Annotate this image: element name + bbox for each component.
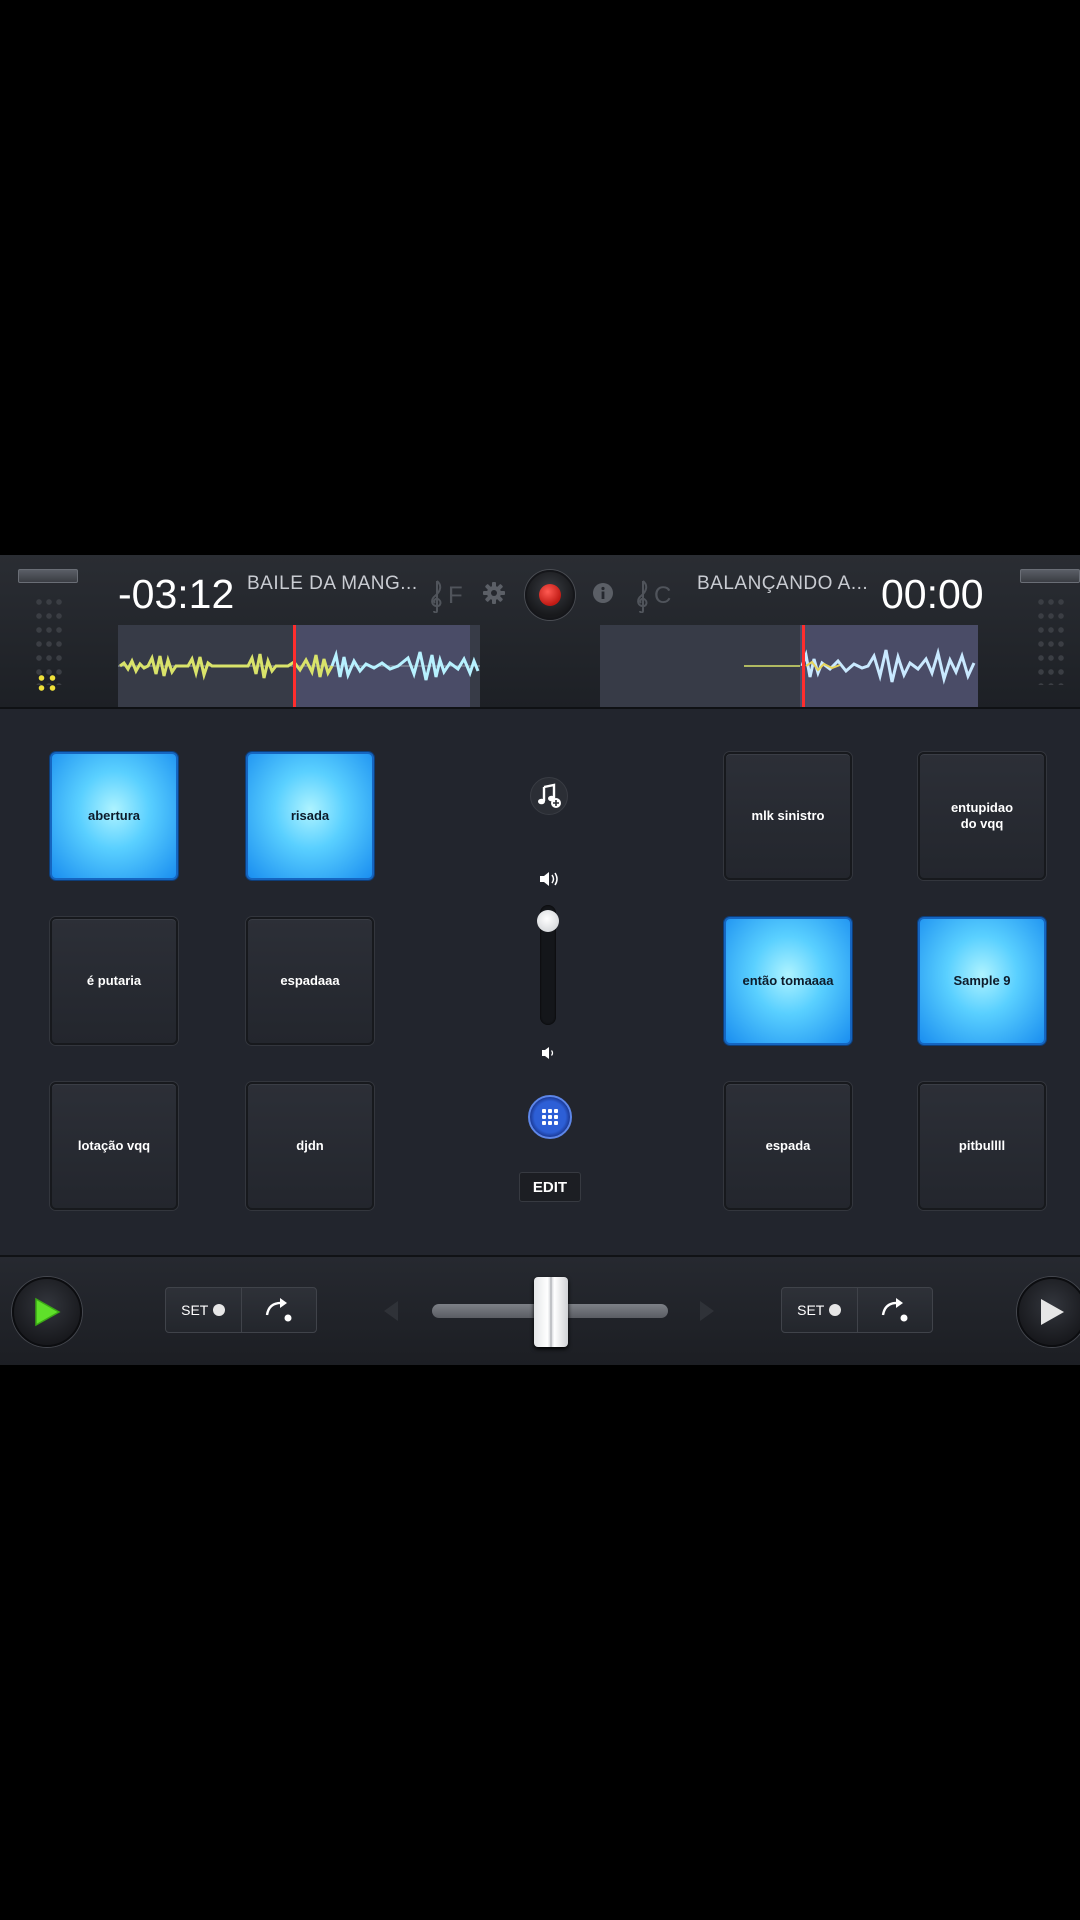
right-deck-tab[interactable] xyxy=(1020,569,1080,583)
grid-icon xyxy=(542,1109,558,1125)
crossfader-knob[interactable] xyxy=(534,1277,568,1347)
info-button[interactable] xyxy=(592,582,614,604)
edit-button[interactable]: EDIT xyxy=(519,1172,581,1202)
record-button[interactable] xyxy=(525,570,575,620)
left-waveform[interactable] xyxy=(118,625,480,707)
right-pad-1[interactable]: mlk sinistro xyxy=(724,752,852,880)
sampler-volume-knob[interactable] xyxy=(537,910,559,932)
right-key-button[interactable]: C xyxy=(634,579,671,613)
right-waveform-graphic xyxy=(744,647,976,685)
left-deck-tab[interactable] xyxy=(18,569,78,583)
record-icon xyxy=(539,584,561,606)
pad-grid-button[interactable] xyxy=(528,1095,572,1139)
set-label: SET xyxy=(181,1302,209,1318)
right-cue-controls: SET xyxy=(781,1287,933,1333)
left-jump-cue-button[interactable] xyxy=(240,1288,317,1332)
volume-down-icon xyxy=(542,1047,554,1059)
pad-label: entupidao do vqq xyxy=(950,800,1014,831)
left-deck-title[interactable]: BAILE DA MANG... xyxy=(247,573,418,595)
left-deck-time: -03:12 xyxy=(118,571,235,617)
left-pad-5[interactable]: lotação vqq xyxy=(50,1082,178,1210)
play-icon xyxy=(1041,1299,1064,1325)
cue-indicator-dots xyxy=(36,673,58,691)
left-set-cue-button[interactable]: SET xyxy=(166,1288,241,1332)
left-play-button[interactable] xyxy=(12,1277,82,1347)
deck-header: -03:12 BAILE DA MANG... F C BALANÇANDO A… xyxy=(0,555,1080,709)
right-deck-title[interactable]: BALANÇANDO A... xyxy=(697,573,868,595)
crossfader-left-arrow-icon[interactable] xyxy=(384,1301,398,1321)
crossfader-right-arrow-icon[interactable] xyxy=(700,1301,714,1321)
left-pad-1[interactable]: abertura xyxy=(50,752,178,880)
pad-label: espada xyxy=(765,1138,811,1153)
left-pad-3[interactable]: é putaria xyxy=(50,917,178,1045)
left-playhead[interactable] xyxy=(293,625,296,707)
pad-label: abertura xyxy=(87,808,141,823)
transport-bar: SET SET xyxy=(0,1255,1080,1365)
right-key-label: C xyxy=(654,582,672,609)
left-key-button[interactable]: F xyxy=(428,579,463,613)
redo-arrow-icon xyxy=(881,1298,908,1322)
right-waveform[interactable] xyxy=(600,625,978,707)
left-key-label: F xyxy=(448,582,463,609)
cue-dot-icon xyxy=(213,1304,226,1316)
left-grip xyxy=(34,595,64,685)
left-waveform-graphic xyxy=(118,649,480,681)
gear-icon xyxy=(483,582,505,604)
settings-button[interactable] xyxy=(482,581,506,605)
treble-clef-icon xyxy=(637,580,648,613)
add-music-button[interactable] xyxy=(530,777,568,815)
pad-label: lotação vqq xyxy=(77,1138,151,1153)
right-play-button[interactable] xyxy=(1017,1277,1080,1347)
dj-app: -03:12 BAILE DA MANG... F C BALANÇANDO A… xyxy=(0,555,1080,1365)
pad-label: mlk sinistro xyxy=(751,808,825,823)
right-grip xyxy=(1036,595,1066,685)
redo-arrow-icon xyxy=(265,1298,292,1322)
right-pad-3[interactable]: então tomaaaa xyxy=(724,917,852,1045)
right-set-cue-button[interactable]: SET xyxy=(782,1288,857,1332)
right-pad-5[interactable]: espada xyxy=(724,1082,852,1210)
pad-label: é putaria xyxy=(86,973,142,988)
right-pad-6[interactable]: pitbullll xyxy=(918,1082,1046,1210)
music-note-add-icon xyxy=(538,783,561,808)
left-pad-6[interactable]: djdn xyxy=(246,1082,374,1210)
pad-label: Sample 9 xyxy=(953,973,1011,988)
left-pad-4[interactable]: espadaaa xyxy=(246,917,374,1045)
treble-clef-icon xyxy=(431,580,442,613)
left-cue-controls: SET xyxy=(165,1287,317,1333)
pad-label: pitbullll xyxy=(958,1138,1006,1153)
left-pad-2[interactable]: risada xyxy=(246,752,374,880)
pad-label: então tomaaaa xyxy=(742,973,834,988)
info-icon xyxy=(593,583,613,603)
right-pad-2[interactable]: entupidao do vqq xyxy=(918,752,1046,880)
right-deck-time: 00:00 xyxy=(881,571,984,617)
play-icon xyxy=(35,1297,61,1327)
cue-dot-icon xyxy=(829,1304,842,1316)
volume-up-icon xyxy=(540,872,558,886)
pad-label: espadaaa xyxy=(280,973,340,988)
right-pad-4[interactable]: Sample 9 xyxy=(918,917,1046,1045)
pad-label: djdn xyxy=(296,1138,324,1153)
pad-label: risada xyxy=(290,808,330,823)
set-label: SET xyxy=(797,1302,825,1318)
right-jump-cue-button[interactable] xyxy=(856,1288,933,1332)
right-playhead[interactable] xyxy=(802,625,805,707)
